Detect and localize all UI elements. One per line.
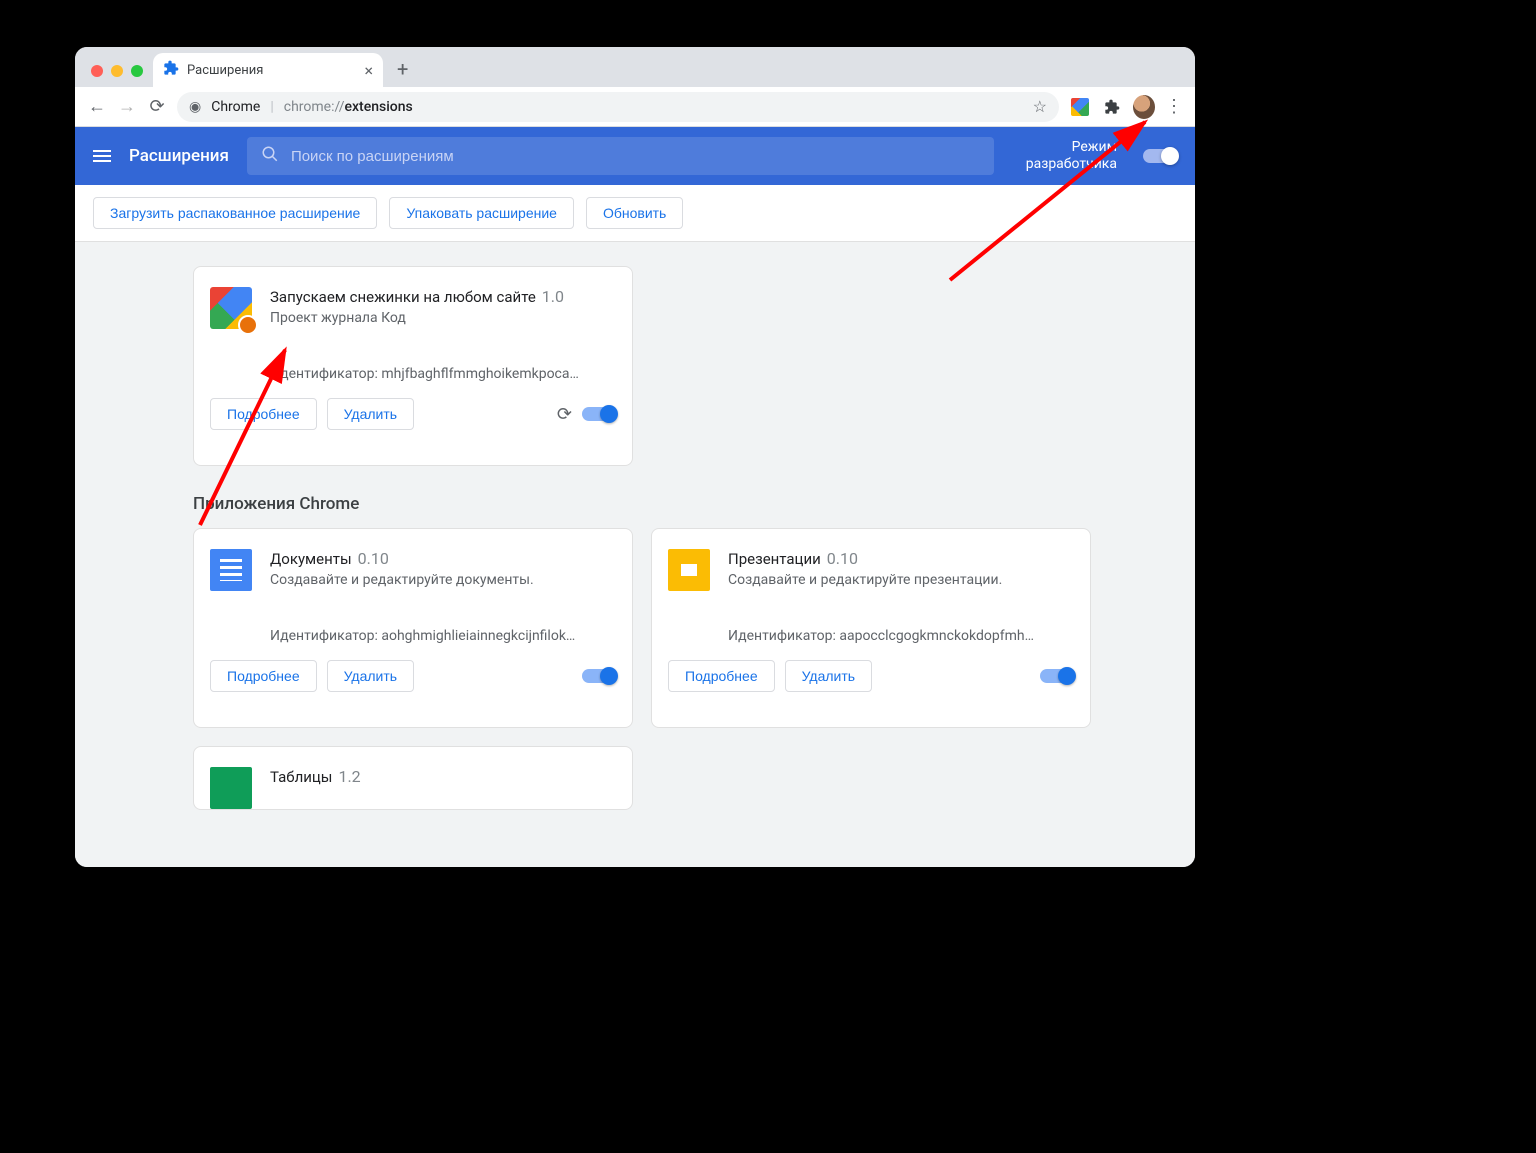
dev-actions: Загрузить распакованное расширение Упако…	[75, 185, 1195, 242]
maximize-window[interactable]	[131, 65, 143, 77]
search-box[interactable]	[247, 137, 994, 175]
app-description: Создавайте и редактируйте документы.	[270, 572, 616, 588]
details-button[interactable]: Подробнее	[210, 398, 317, 430]
app-card: Документы 0.10 Создавайте и редактируйте …	[193, 528, 633, 728]
details-button[interactable]: Подробнее	[668, 660, 775, 692]
update-button[interactable]: Обновить	[586, 197, 683, 229]
main-content: Запускаем снежинки на любом сайте 1.0 Про…	[75, 242, 1195, 867]
tab-title: Расширения	[187, 63, 263, 78]
apps-list: Документы 0.10 Создавайте и редактируйте …	[193, 528, 1177, 810]
app-id: Идентификатор: aohghmighlieiainnegkcijnf…	[270, 628, 616, 644]
close-tab-icon[interactable]: ×	[364, 61, 373, 80]
apps-section-title: Приложения Chrome	[193, 494, 1177, 514]
tab-strip: Расширения × +	[75, 47, 1195, 87]
extension-version: 1.0	[542, 287, 564, 306]
browser-toolbar: ← → ⟳ ◉ Chrome | chrome://extensions ☆ ⋮	[75, 87, 1195, 127]
extensions-list: Запускаем снежинки на любом сайте 1.0 Про…	[193, 266, 1177, 466]
close-window[interactable]	[91, 65, 103, 77]
extension-id: Идентификатор: mhjfbaghflfmmghoikemkpoca…	[270, 366, 616, 382]
slides-icon	[668, 549, 710, 591]
sheets-icon	[210, 767, 252, 809]
extension-card: Запускаем снежинки на любом сайте 1.0 Про…	[193, 266, 633, 466]
extension-icon	[163, 60, 179, 80]
window-controls	[87, 53, 153, 87]
app-id: Идентификатор: aapocclcgogkmnckokdopfmh…	[728, 628, 1074, 644]
extensions-puzzle-icon[interactable]	[1101, 96, 1123, 118]
dev-mode-label: Режим разработчика	[1026, 139, 1117, 174]
extension-app-icon	[210, 287, 252, 329]
docs-icon	[210, 549, 252, 591]
new-tab-button[interactable]: +	[397, 57, 408, 81]
browser-window: Расширения × + ← → ⟳ ◉ Chrome | chrome:/…	[75, 47, 1195, 867]
profile-avatar[interactable]	[1133, 96, 1155, 118]
reload-extension-icon[interactable]: ⟳	[557, 404, 572, 425]
search-input[interactable]	[291, 148, 980, 165]
enable-toggle[interactable]	[1040, 669, 1074, 683]
reload-button[interactable]: ⟳	[147, 96, 167, 117]
app-card: Презентации 0.10 Создавайте и редактируйт…	[651, 528, 1091, 728]
address-bar[interactable]: ◉ Chrome | chrome://extensions ☆	[177, 92, 1059, 122]
app-version: 1.2	[338, 767, 360, 786]
search-icon	[261, 145, 279, 167]
enable-toggle[interactable]	[582, 407, 616, 421]
remove-button[interactable]: Удалить	[327, 660, 414, 692]
app-card: Таблицы 1.2	[193, 746, 633, 810]
app-name: Презентации	[728, 550, 821, 568]
minimize-window[interactable]	[111, 65, 123, 77]
enable-toggle[interactable]	[582, 669, 616, 683]
details-button[interactable]: Подробнее	[210, 660, 317, 692]
extension-name: Запускаем снежинки на любом сайте	[270, 288, 536, 306]
menu-icon[interactable]	[93, 147, 111, 165]
back-button[interactable]: ←	[87, 96, 107, 117]
bookmark-icon[interactable]: ☆	[1033, 97, 1047, 116]
extension-description: Проект журнала Код	[270, 310, 616, 326]
remove-button[interactable]: Удалить	[785, 660, 872, 692]
browser-menu-icon[interactable]: ⋮	[1165, 96, 1183, 117]
page-title: Расширения	[129, 146, 229, 166]
app-name: Таблицы	[270, 768, 332, 786]
omnibox-label: Chrome	[211, 99, 260, 115]
url-path: extensions	[345, 99, 413, 115]
app-name: Документы	[270, 550, 352, 568]
site-info-icon[interactable]: ◉	[189, 99, 201, 115]
load-unpacked-button[interactable]: Загрузить распакованное расширение	[93, 197, 377, 229]
url-prefix: chrome://	[284, 99, 345, 115]
browser-tab[interactable]: Расширения ×	[153, 53, 383, 87]
app-version: 0.10	[358, 549, 389, 568]
app-description: Создавайте и редактируйте презентации.	[728, 572, 1074, 588]
extension-toolbar-icon[interactable]	[1069, 96, 1091, 118]
forward-button[interactable]: →	[117, 96, 137, 117]
extensions-header: Расширения Режим разработчика	[75, 127, 1195, 185]
dev-mode-toggle[interactable]	[1143, 149, 1177, 163]
remove-button[interactable]: Удалить	[327, 398, 414, 430]
app-version: 0.10	[827, 549, 858, 568]
pack-extension-button[interactable]: Упаковать расширение	[389, 197, 574, 229]
